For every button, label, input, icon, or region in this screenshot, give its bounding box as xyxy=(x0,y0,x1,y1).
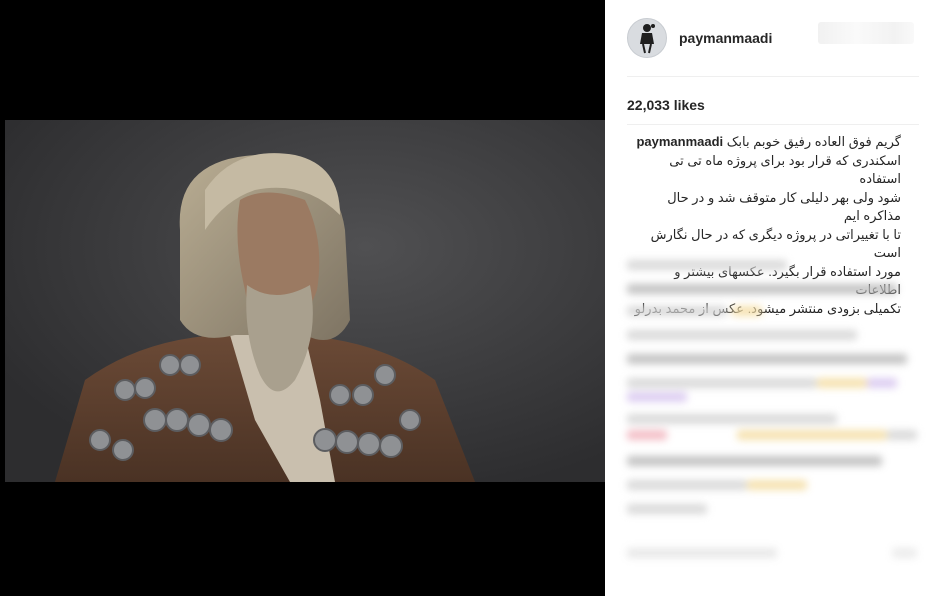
blurred-comment xyxy=(627,392,687,402)
caption-author-link[interactable]: paymanmaadi xyxy=(636,134,723,149)
caption-line: گریم فوق العاده رفیق خوبم بابک paymanmaa… xyxy=(627,133,901,152)
post-username-link[interactable]: paymanmaadi xyxy=(679,30,772,46)
blurred-comment xyxy=(892,548,917,558)
instagram-post: paymanmaadi 22,033 likes گریم فوق العاده… xyxy=(0,0,926,596)
post-media xyxy=(0,0,605,596)
blurred-comment xyxy=(627,548,777,558)
likes-divider xyxy=(627,124,919,125)
blurred-comment xyxy=(627,306,727,316)
header-divider xyxy=(627,76,919,77)
blurred-comment xyxy=(747,480,807,490)
blurred-comment xyxy=(867,378,897,388)
blurred-comment xyxy=(627,414,837,424)
blurred-comment xyxy=(627,504,707,514)
caption-line: شود ولی بهر دلیلی کار متوقف شد و در حال … xyxy=(667,189,901,224)
blurred-comment xyxy=(817,378,867,388)
profile-avatar-icon[interactable] xyxy=(627,18,667,58)
blurred-comment xyxy=(887,430,917,440)
avatar-figure-icon xyxy=(640,24,655,54)
follow-button[interactable] xyxy=(818,22,914,44)
blurred-comment xyxy=(627,354,907,364)
post-side-panel: paymanmaadi 22,033 likes گریم فوق العاده… xyxy=(605,0,926,596)
blurred-comment xyxy=(627,456,882,466)
blurred-comment xyxy=(627,330,857,340)
blurred-comment xyxy=(732,306,762,316)
blurred-comment xyxy=(627,378,817,388)
blurred-comment xyxy=(627,260,787,270)
blurred-comment xyxy=(627,430,667,440)
portrait-illustration xyxy=(5,120,605,482)
blurred-comment xyxy=(737,430,887,440)
caption-text: گریم فوق العاده رفیق خوبم بابک xyxy=(726,134,901,149)
blurred-comments-area xyxy=(627,254,921,589)
post-photo[interactable] xyxy=(5,120,605,482)
blurred-comment xyxy=(627,284,897,294)
blurred-comment xyxy=(627,480,747,490)
caption-line: اسکندری که قرار بود برای پروژه ماه تی تی… xyxy=(669,152,901,187)
likes-count[interactable]: 22,033 likes xyxy=(627,97,705,113)
post-header: paymanmaadi xyxy=(605,0,926,76)
